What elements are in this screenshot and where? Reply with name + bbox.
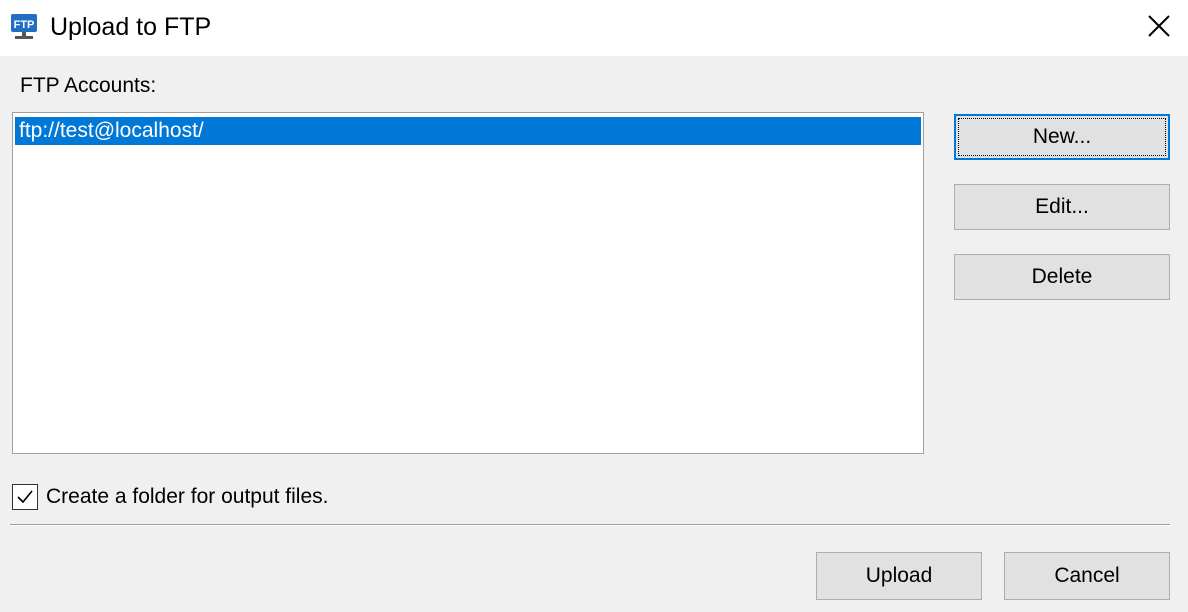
create-folder-label: Create a folder for output files.: [46, 485, 329, 508]
edit-button-label: Edit...: [1035, 195, 1089, 218]
separator: [10, 524, 1170, 526]
ftp-icon: FTP: [11, 14, 37, 39]
ftp-icon-text: FTP: [14, 19, 35, 31]
cancel-button[interactable]: Cancel: [1004, 552, 1170, 600]
list-item[interactable]: ftp://test@localhost/: [15, 117, 921, 145]
title-bar: FTP Upload to FTP: [0, 0, 1188, 56]
upload-button-label: Upload: [865, 564, 933, 587]
delete-button-label: Delete: [1031, 265, 1093, 288]
create-folder-option[interactable]: Create a folder for output files.: [12, 482, 329, 512]
window-title: Upload to FTP: [50, 13, 212, 41]
ftp-accounts-label: FTP Accounts:: [20, 74, 157, 97]
focus-rectangle: [958, 118, 1166, 156]
checkmark-icon: [17, 490, 33, 504]
edit-button[interactable]: Edit...: [954, 184, 1170, 230]
new-button[interactable]: New...: [954, 114, 1170, 160]
upload-button[interactable]: Upload: [816, 552, 982, 600]
delete-button[interactable]: Delete: [954, 254, 1170, 300]
cancel-button-label: Cancel: [1054, 564, 1120, 587]
close-icon: [1148, 15, 1170, 37]
close-button[interactable]: [1130, 0, 1188, 52]
ftp-accounts-list[interactable]: ftp://test@localhost/: [12, 112, 924, 454]
create-folder-checkbox[interactable]: [12, 484, 38, 510]
